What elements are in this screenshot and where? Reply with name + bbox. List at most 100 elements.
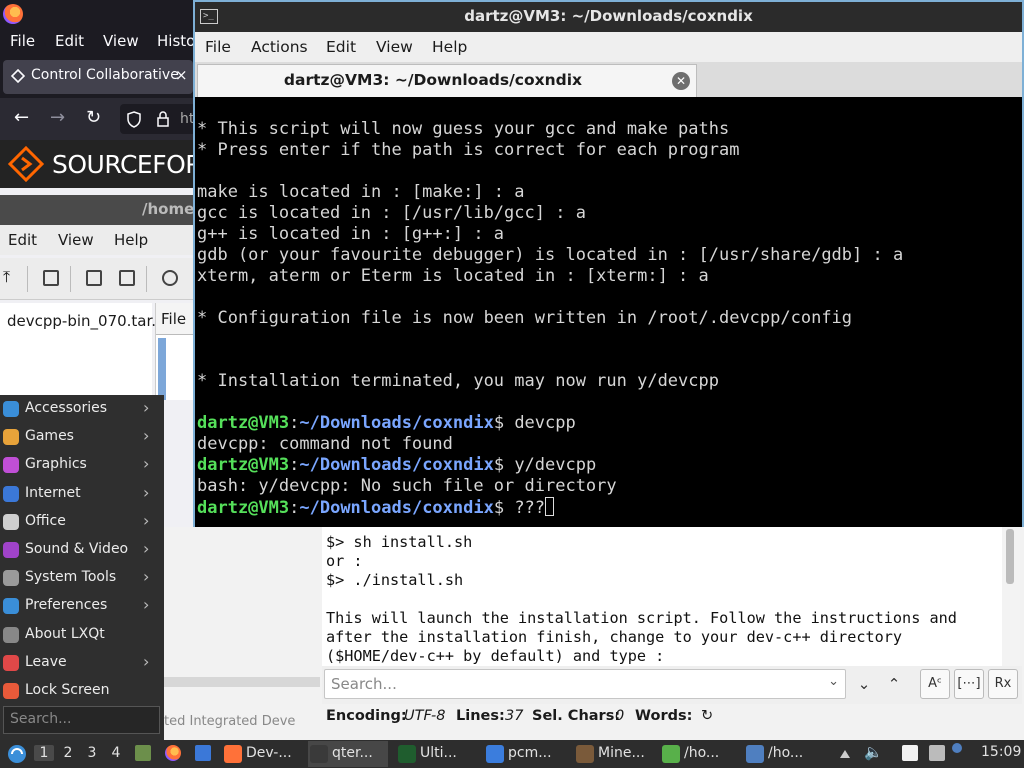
toolbar-divider — [27, 266, 28, 292]
whole-word-button[interactable]: [⋯] — [954, 669, 984, 699]
games-icon — [3, 429, 19, 446]
taskbar-task[interactable]: Dev-... — [222, 741, 302, 767]
forward-arrow-icon[interactable]: → — [50, 107, 65, 128]
clock[interactable]: 15:09 — [981, 744, 1021, 760]
firefox-tab-label: Control Collaborative — [31, 67, 179, 83]
back-arrow-icon[interactable]: ← — [14, 107, 29, 128]
file-manager-menubar: Edit View Help — [0, 225, 196, 255]
start-menu-item[interactable]: Games › — [0, 423, 164, 451]
find-search-input[interactable]: Search... ⌄ — [324, 669, 846, 699]
taskbar-task[interactable]: Mine... — [574, 741, 654, 767]
terminal-line: g++ is located in : [g++:] : a — [197, 224, 505, 244]
folder-icon — [486, 745, 504, 763]
find-next-button[interactable]: ⌄ — [850, 670, 878, 698]
start-menu-item[interactable]: Graphics › — [0, 451, 164, 479]
terminal-line: bash: y/devcpp: No such file or director… — [197, 476, 617, 496]
terminal-window-title: dartz@VM3: ~/Downloads/coxndix — [464, 7, 753, 25]
add-file-icon[interactable] — [86, 270, 102, 286]
firefox-tab[interactable]: Control Collaborative × — [3, 60, 193, 94]
terminal-titlebar[interactable]: >_ dartz@VM3: ~/Downloads/coxndix — [195, 2, 1022, 32]
terminal-menu-help[interactable]: Help — [432, 38, 467, 56]
start-menu-item[interactable]: Internet › — [0, 480, 164, 508]
terminal-menu-actions[interactable]: Actions — [251, 38, 308, 56]
volume-icon[interactable]: 🔈 — [864, 743, 883, 761]
taskbar-task[interactable]: /ho... — [744, 741, 816, 767]
show-desktop-icon[interactable] — [195, 745, 211, 761]
firefox-menu-history[interactable]: Histo — [157, 32, 195, 50]
start-menu-item-label: Leave — [25, 653, 67, 670]
archive-icon[interactable] — [43, 270, 59, 286]
terminal-window: >_ dartz@VM3: ~/Downloads/coxndix File A… — [193, 0, 1024, 527]
refresh-icon[interactable]: ↻ — [701, 708, 713, 724]
desktop-3-button[interactable]: 3 — [82, 745, 102, 761]
sourceforge-logo-text: SOURCEFOR — [52, 150, 196, 179]
reload-icon[interactable]: ↻ — [86, 107, 101, 128]
close-icon[interactable]: ✕ — [672, 72, 690, 90]
terminal-tab[interactable]: dartz@VM3: ~/Downloads/coxndix ✕ — [197, 64, 697, 97]
file-manager-launcher-icon[interactable] — [135, 745, 151, 761]
add-folder-icon[interactable] — [119, 270, 135, 286]
lxqt-start-icon[interactable] — [6, 743, 28, 765]
scrollbar-thumb[interactable] — [1006, 529, 1014, 584]
taskbar-task[interactable]: Ulti... — [396, 741, 476, 767]
taskbar-task-label: qter... — [332, 745, 373, 761]
start-menu-item[interactable]: Leave › — [0, 649, 164, 677]
sourceforge-logo-icon — [8, 146, 44, 182]
terminal-menubar: File Actions Edit View Help — [195, 32, 1022, 62]
find-search-placeholder: Search... — [331, 675, 397, 693]
regex-button[interactable]: Rx — [988, 669, 1018, 699]
start-menu-item[interactable]: Sound & Video › — [0, 536, 164, 564]
start-menu-item[interactable]: Accessories › — [0, 395, 164, 423]
match-case-button[interactable]: Aᶜ — [920, 669, 950, 699]
terminal-menu-view[interactable]: View — [376, 38, 413, 56]
chevron-right-icon: › — [143, 398, 150, 417]
taskbar-task[interactable]: qter... — [308, 741, 388, 767]
panel-divider — [164, 677, 320, 687]
desktop-2-button[interactable]: 2 — [58, 745, 78, 761]
taskbar-task[interactable]: /ho... — [660, 741, 740, 767]
chevron-right-icon: › — [143, 595, 150, 615]
terminal-menu-file[interactable]: File — [205, 38, 231, 56]
terminal-prompt-line: dartz@VM3:~/Downloads/coxndix$ devcpp — [197, 413, 576, 434]
start-menu-item[interactable]: Lock Screen — [0, 677, 164, 705]
start-menu-item[interactable]: System Tools › — [0, 564, 164, 592]
column-header[interactable]: File — [156, 303, 197, 335]
firefox-navbar: ← → ↻ — [0, 98, 196, 140]
editor-text-area[interactable]: $> sh install.sh or : $> ./install.sh Th… — [322, 527, 1002, 666]
taskbar-task[interactable]: pcm... — [484, 741, 564, 767]
firefox-menu-view[interactable]: View — [103, 32, 139, 50]
column-header-label: File — [161, 310, 187, 328]
desktop-4-button[interactable]: 4 — [106, 745, 126, 761]
firefox-menu-edit[interactable]: Edit — [55, 32, 84, 50]
firefox-launcher-icon[interactable] — [165, 745, 181, 761]
terminal-menu-edit[interactable]: Edit — [326, 38, 356, 56]
network-icon[interactable] — [929, 745, 945, 761]
clipboard-icon[interactable] — [902, 745, 918, 761]
upload-icon[interactable]: ⤒ — [3, 267, 19, 286]
lock-icon[interactable] — [156, 111, 170, 128]
start-menu-item-label: Graphics — [25, 456, 87, 473]
start-menu-search-input[interactable]: Search... — [3, 706, 160, 734]
find-previous-button[interactable]: ⌃ — [880, 670, 908, 698]
file-manager-menu-edit[interactable]: Edit — [8, 231, 37, 249]
taskbar-task-label: /ho... — [768, 745, 804, 761]
desktop-1-button[interactable]: 1 — [34, 745, 54, 761]
shield-icon[interactable] — [126, 111, 142, 128]
firefox-menu-file[interactable]: File — [10, 32, 35, 50]
stop-icon[interactable] — [162, 270, 178, 286]
editor-scrollbar[interactable] — [1002, 527, 1020, 666]
start-menu-item[interactable]: Office › — [0, 508, 164, 536]
tray-expand-icon[interactable] — [840, 748, 850, 758]
start-menu-item[interactable]: Preferences › — [0, 592, 164, 620]
notification-icon[interactable] — [952, 743, 962, 753]
chevron-down-icon[interactable]: ⌄ — [828, 674, 839, 689]
file-manager-menu-view[interactable]: View — [58, 231, 94, 249]
list-selection — [158, 338, 166, 400]
office-icon — [3, 513, 19, 530]
close-icon[interactable]: × — [175, 66, 188, 84]
terminal-output[interactable]: * This script will now guess your gcc an… — [195, 97, 1022, 527]
archive-list-item[interactable]: devcpp-bin_070.tar. — [7, 312, 156, 330]
file-manager-menu-help[interactable]: Help — [114, 231, 148, 249]
terminal-cursor — [545, 497, 555, 516]
start-menu-item[interactable]: About LXQt — [0, 621, 164, 649]
